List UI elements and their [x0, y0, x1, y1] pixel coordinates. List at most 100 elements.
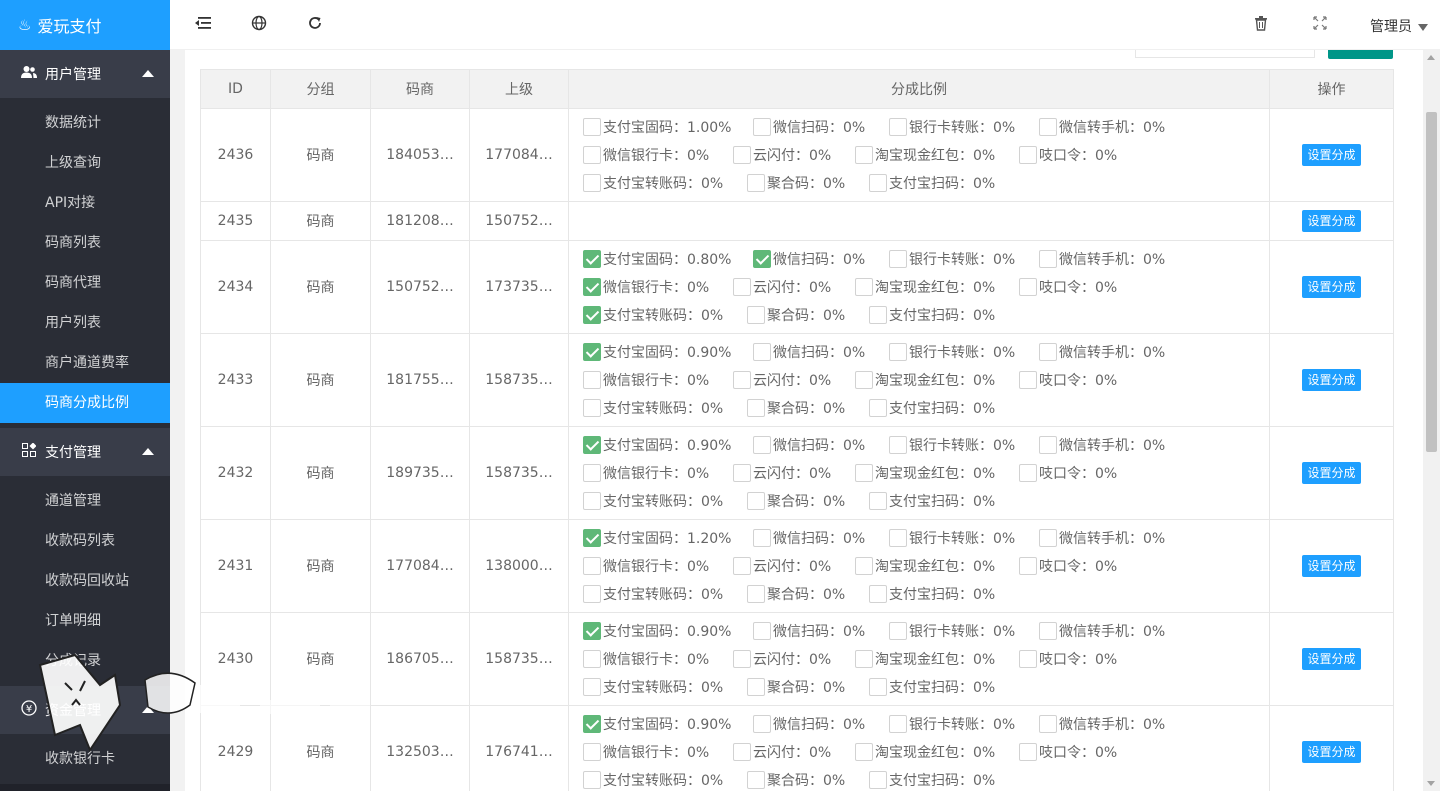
checkbox-icon[interactable]	[1019, 650, 1037, 668]
ratio-checkbox[interactable]: 支付宝固码：0.90%	[583, 714, 749, 734]
ratio-checkbox[interactable]: 微信转手机：0%	[1039, 435, 1165, 455]
ratio-checkbox[interactable]: 微信银行卡：0%	[583, 742, 729, 762]
checkbox-icon[interactable]	[733, 278, 751, 296]
nav-group-1[interactable]: 支付管理	[0, 428, 170, 476]
ratio-checkbox[interactable]: 微信扫码：0%	[753, 435, 885, 455]
sidebar-item[interactable]: 码商列表	[0, 223, 170, 263]
checkbox-icon[interactable]	[583, 118, 601, 136]
checkbox-icon[interactable]	[753, 250, 771, 268]
checkbox-icon[interactable]	[889, 118, 907, 136]
ratio-checkbox[interactable]: 支付宝固码：1.00%	[583, 117, 749, 137]
checkbox-icon[interactable]	[583, 146, 601, 164]
checkbox-icon[interactable]	[583, 529, 601, 547]
fullscreen-icon[interactable]	[1310, 15, 1330, 35]
ratio-checkbox[interactable]: 支付宝转账码：0%	[583, 305, 743, 325]
app-logo[interactable]: ♨ 爱玩支付	[0, 0, 170, 50]
ratio-checkbox[interactable]: 云闪付：0%	[733, 649, 851, 669]
sidebar-item[interactable]: 数据统计	[0, 103, 170, 143]
ratio-checkbox[interactable]: 聚合码：0%	[747, 305, 865, 325]
checkbox-icon[interactable]	[747, 678, 765, 696]
ratio-checkbox[interactable]: 吱口令：0%	[1019, 556, 1117, 576]
checkbox-icon[interactable]	[1019, 371, 1037, 389]
checkbox-icon[interactable]	[869, 771, 887, 789]
ratio-checkbox[interactable]: 淘宝现金红包：0%	[855, 742, 1015, 762]
ratio-checkbox[interactable]: 云闪付：0%	[733, 742, 851, 762]
checkbox-icon[interactable]	[889, 436, 907, 454]
ratio-checkbox[interactable]: 聚合码：0%	[747, 584, 865, 604]
trash-icon[interactable]	[1251, 15, 1271, 35]
checkbox-icon[interactable]	[583, 278, 601, 296]
checkbox-icon[interactable]	[747, 174, 765, 192]
ratio-checkbox[interactable]: 支付宝固码：0.90%	[583, 342, 749, 362]
ratio-checkbox[interactable]: 吱口令：0%	[1019, 649, 1117, 669]
sidebar-item[interactable]: 通道管理	[0, 481, 170, 521]
sidebar-item[interactable]: 用户列表	[0, 303, 170, 343]
checkbox-icon[interactable]	[733, 464, 751, 482]
set-ratio-button[interactable]: 设置分成	[1302, 276, 1361, 298]
ratio-checkbox[interactable]: 聚合码：0%	[747, 398, 865, 418]
ratio-checkbox[interactable]: 微信扫码：0%	[753, 714, 885, 734]
checkbox-icon[interactable]	[583, 492, 601, 510]
checkbox-icon[interactable]	[733, 557, 751, 575]
sidebar-item[interactable]: 分成记录	[0, 641, 170, 681]
ratio-checkbox[interactable]: 支付宝转账码：0%	[583, 398, 743, 418]
checkbox-icon[interactable]	[869, 585, 887, 603]
checkbox-icon[interactable]	[869, 174, 887, 192]
ratio-checkbox[interactable]: 淘宝现金红包：0%	[855, 145, 1015, 165]
ratio-checkbox[interactable]: 微信银行卡：0%	[583, 463, 729, 483]
ratio-checkbox[interactable]: 支付宝转账码：0%	[583, 491, 743, 511]
sidebar-item[interactable]: 上级查询	[0, 143, 170, 183]
set-ratio-button[interactable]: 设置分成	[1302, 210, 1361, 232]
ratio-checkbox[interactable]: 微信扫码：0%	[753, 342, 885, 362]
sidebar-item[interactable]: 收款码列表	[0, 521, 170, 561]
checkbox-icon[interactable]	[889, 343, 907, 361]
checkbox-icon[interactable]	[1039, 529, 1057, 547]
ratio-checkbox[interactable]: 微信转手机：0%	[1039, 117, 1165, 137]
checkbox-icon[interactable]	[733, 371, 751, 389]
ratio-checkbox[interactable]: 微信银行卡：0%	[583, 556, 729, 576]
checkbox-icon[interactable]	[855, 146, 873, 164]
menu-fold-icon[interactable]	[193, 15, 213, 35]
checkbox-icon[interactable]	[753, 343, 771, 361]
ratio-checkbox[interactable]: 聚合码：0%	[747, 770, 865, 790]
checkbox-icon[interactable]	[583, 650, 601, 668]
set-ratio-button[interactable]: 设置分成	[1302, 648, 1361, 670]
nav-group-2[interactable]: ¥ 资金管理	[0, 686, 170, 734]
ratio-checkbox[interactable]: 支付宝固码：1.20%	[583, 528, 749, 548]
ratio-checkbox[interactable]: 云闪付：0%	[733, 277, 851, 297]
checkbox-icon[interactable]	[583, 436, 601, 454]
checkbox-icon[interactable]	[747, 771, 765, 789]
ratio-checkbox[interactable]: 银行卡转账：0%	[889, 528, 1035, 548]
checkbox-icon[interactable]	[747, 399, 765, 417]
checkbox-icon[interactable]	[753, 529, 771, 547]
ratio-checkbox[interactable]: 支付宝固码：0.90%	[583, 621, 749, 641]
checkbox-icon[interactable]	[1039, 436, 1057, 454]
checkbox-icon[interactable]	[753, 715, 771, 733]
ratio-checkbox[interactable]: 吱口令：0%	[1019, 742, 1117, 762]
checkbox-icon[interactable]	[1019, 557, 1037, 575]
ratio-checkbox[interactable]: 淘宝现金红包：0%	[855, 370, 1015, 390]
ratio-checkbox[interactable]: 支付宝固码：0.80%	[583, 249, 749, 269]
sidebar-item[interactable]: 订单明细	[0, 601, 170, 641]
checkbox-icon[interactable]	[855, 650, 873, 668]
globe-icon[interactable]	[249, 15, 269, 35]
checkbox-icon[interactable]	[889, 529, 907, 547]
ratio-checkbox[interactable]: 云闪付：0%	[733, 556, 851, 576]
checkbox-icon[interactable]	[855, 557, 873, 575]
checkbox-icon[interactable]	[583, 250, 601, 268]
ratio-checkbox[interactable]: 微信银行卡：0%	[583, 145, 729, 165]
ratio-checkbox[interactable]: 支付宝扫码：0%	[869, 677, 995, 697]
checkbox-icon[interactable]	[1019, 146, 1037, 164]
ratio-checkbox[interactable]: 银行卡转账：0%	[889, 714, 1035, 734]
checkbox-icon[interactable]	[747, 492, 765, 510]
checkbox-icon[interactable]	[753, 118, 771, 136]
ratio-checkbox[interactable]: 支付宝固码：0.90%	[583, 435, 749, 455]
ratio-checkbox[interactable]: 淘宝现金红包：0%	[855, 277, 1015, 297]
set-ratio-button[interactable]: 设置分成	[1302, 144, 1361, 166]
ratio-checkbox[interactable]: 淘宝现金红包：0%	[855, 463, 1015, 483]
ratio-checkbox[interactable]: 微信扫码：0%	[753, 117, 885, 137]
set-ratio-button[interactable]: 设置分成	[1302, 462, 1361, 484]
checkbox-icon[interactable]	[855, 371, 873, 389]
set-ratio-button[interactable]: 设置分成	[1302, 741, 1361, 763]
ratio-checkbox[interactable]: 支付宝扫码：0%	[869, 491, 995, 511]
